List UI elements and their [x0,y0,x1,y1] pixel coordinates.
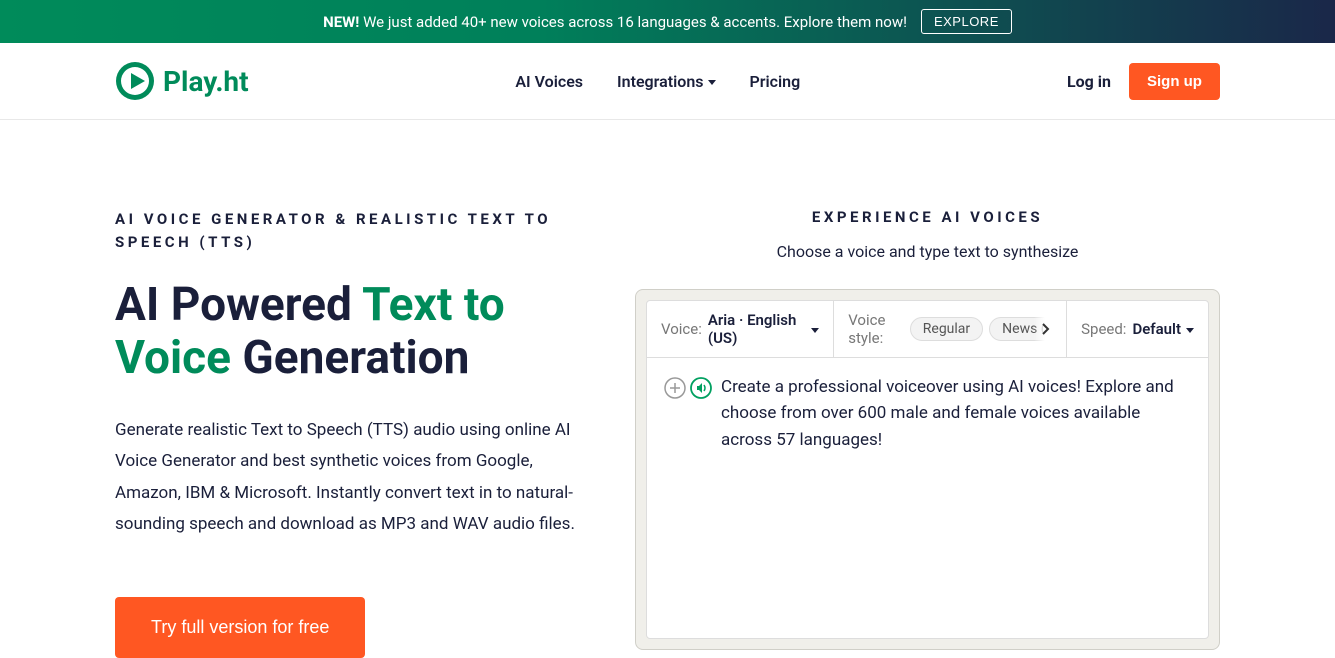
add-icon[interactable] [663,376,687,400]
hero-left: AI VOICE GENERATOR & REALISTIC TEXT TO S… [115,208,575,658]
chevron-down-icon [1186,328,1194,333]
chevron-right-icon [1040,323,1052,335]
voice-selector[interactable]: Aria · English (US) [708,311,819,347]
logo[interactable]: Play.ht [115,61,249,101]
scroll-right-button[interactable] [1034,317,1052,341]
widget-subtitle: Choose a voice and type text to synthesi… [777,242,1079,261]
speaker-icon[interactable] [689,376,713,400]
hero-eyebrow: AI VOICE GENERATOR & REALISTIC TEXT TO S… [115,208,575,253]
voice-editor-card: Voice: Aria · English (US) Voice style: … [635,289,1220,650]
play-icon [115,61,155,101]
chevron-down-icon [811,328,819,333]
navbar: Play.ht AI Voices Integrations Pricing L… [0,43,1335,120]
voice-label: Voice: [661,320,702,338]
main-content: AI VOICE GENERATOR & REALISTIC TEXT TO S… [0,120,1335,658]
speed-label: Speed: [1081,320,1126,338]
style-pill-regular[interactable]: Regular [910,317,983,341]
chevron-down-icon [708,80,716,85]
logo-text: Play.ht [163,65,249,98]
style-selector-section: Voice style: Regular News (formal) [834,301,1067,357]
widget-eyebrow: EXPERIENCE AI VOICES [812,208,1043,226]
hero-description: Generate realistic Text to Speech (TTS) … [115,415,575,541]
hero-title-part2: Generation [231,331,469,385]
widget-column: EXPERIENCE AI VOICES Choose a voice and … [635,208,1220,658]
nav-ai-voices[interactable]: AI Voices [515,72,583,91]
hero-title-part1: AI Powered [115,278,362,332]
nav-right: Log in Sign up [1067,63,1220,100]
style-pills: Regular News (formal) [910,317,1052,341]
voice-value: Aria · English (US) [708,311,806,347]
banner-content: NEW! We just added 40+ new voices across… [323,13,907,31]
editor-textarea[interactable]: Create a professional voiceover using AI… [721,374,1192,622]
nav-integrations[interactable]: Integrations [617,72,715,91]
explore-button[interactable]: EXPLORE [921,9,1012,34]
nav-integrations-label: Integrations [617,72,703,91]
announcement-banner: NEW! We just added 40+ new voices across… [0,0,1335,43]
voice-selector-section: Voice: Aria · English (US) [647,301,834,357]
editor-toolbar: Voice: Aria · English (US) Voice style: … [647,301,1208,358]
editor-body: Create a professional voiceover using AI… [647,358,1208,638]
speed-selector-section: Speed: Default [1067,301,1208,357]
signup-button[interactable]: Sign up [1129,63,1220,100]
speed-selector[interactable]: Default [1132,320,1194,338]
voice-editor-inner: Voice: Aria · English (US) Voice style: … [646,300,1209,639]
login-link[interactable]: Log in [1067,72,1111,91]
hero-title: AI Powered Text to Voice Generation [115,279,575,385]
banner-text: We just added 40+ new voices across 16 l… [363,13,907,31]
speed-value: Default [1132,320,1181,338]
try-free-button[interactable]: Try full version for free [115,597,365,658]
style-label: Voice style: [848,311,904,347]
editor-row-icons [663,374,713,622]
nav-pricing[interactable]: Pricing [750,72,801,91]
nav-center: AI Voices Integrations Pricing [515,72,800,91]
banner-new-label: NEW! [323,13,359,31]
